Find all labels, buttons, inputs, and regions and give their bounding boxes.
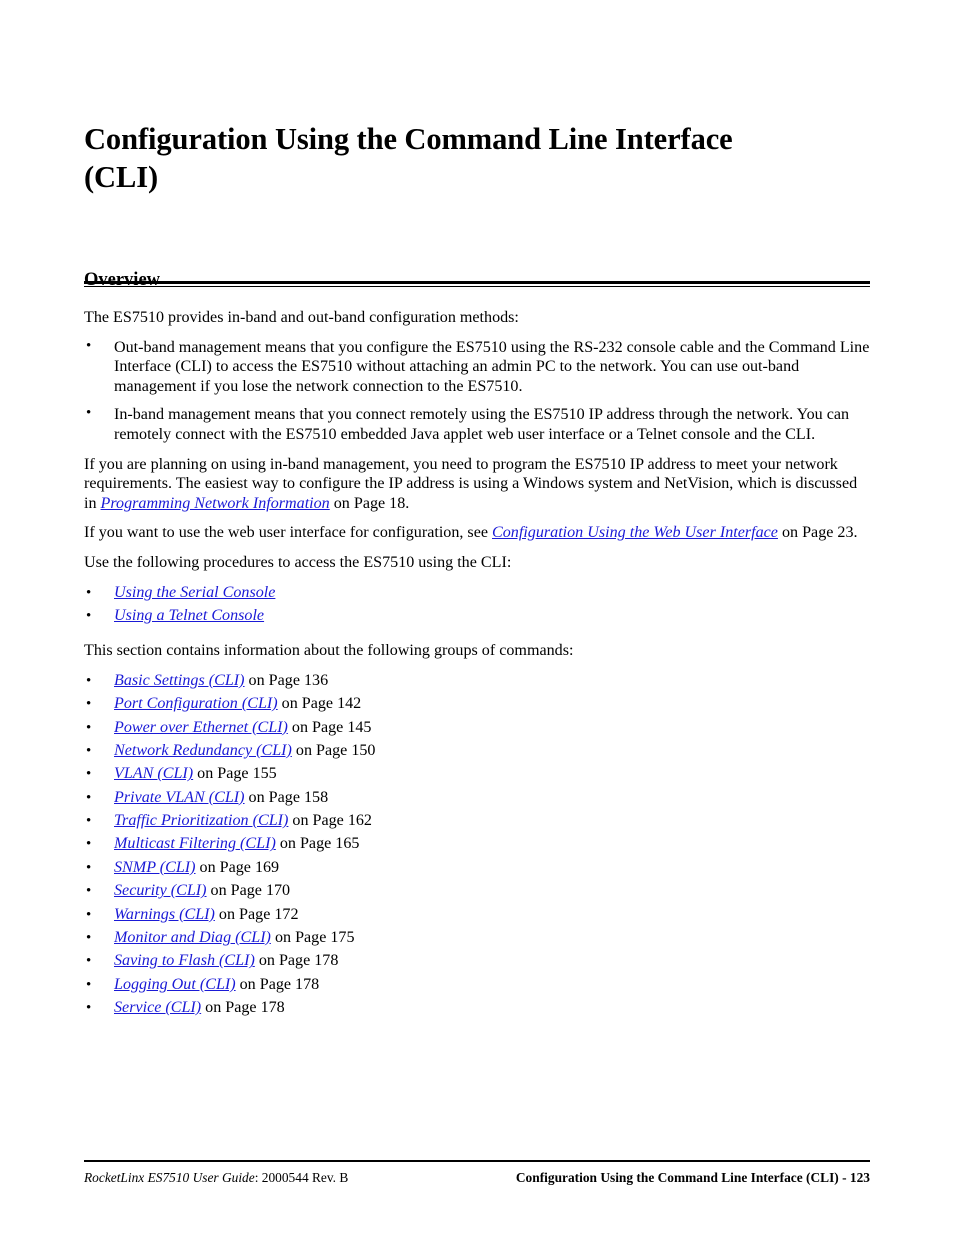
body-content: The ES7510 provides in-band and out-band…	[84, 308, 870, 1022]
page-reference: on Page 178	[235, 975, 320, 993]
list-item-text: In-band management means that you connec…	[114, 406, 850, 443]
page-reference: on Page 158	[244, 788, 329, 806]
link-port-configuration-cli[interactable]: Port Configuration (CLI)	[114, 695, 278, 712]
intro-paragraph: The ES7510 provides in-band and out-band…	[84, 309, 519, 326]
page-reference: on Page 178	[254, 952, 339, 970]
page-reference: on Page 136	[244, 671, 329, 689]
page-reference: on Page 175	[270, 929, 355, 947]
bullet-icon: •	[86, 930, 92, 947]
page-reference: on Page 170	[206, 882, 291, 900]
bullet-icon: •	[86, 742, 92, 759]
page-reference: on Page 172	[214, 905, 299, 923]
list-item: • Port Configuration (CLI) on Page 142	[84, 694, 870, 714]
bullet-icon: •	[86, 859, 92, 876]
bullet-icon: •	[86, 337, 92, 354]
list-item: • Saving to Flash (CLI) on Page 178	[84, 951, 870, 971]
page-reference: on Page 178	[201, 999, 285, 1017]
footer-rule	[84, 1160, 870, 1162]
inband-paragraph-text-after: on Page 18.	[329, 494, 410, 512]
link-warnings-cli[interactable]: Warnings (CLI)	[114, 906, 215, 923]
commands-intro-paragraph: This section contains information about …	[84, 642, 574, 660]
link-multicast-filtering-cli[interactable]: Multicast Filtering (CLI)	[114, 835, 276, 852]
footer-document-title: RocketLinx ES7510 User Guide	[84, 1170, 255, 1185]
link-traffic-prioritization-cli[interactable]: Traffic Prioritization (CLI)	[114, 812, 288, 829]
page-reference: on Page 150	[291, 741, 376, 759]
list-item: • Using the Serial Console	[84, 583, 870, 603]
list-item: • Logging Out (CLI) on Page 178	[84, 975, 870, 995]
link-basic-settings-cli[interactable]: Basic Settings (CLI)	[114, 672, 245, 689]
section-rule-thin	[84, 285, 870, 287]
list-item: • In-band management means that you conn…	[84, 405, 870, 444]
inband-paragraph: If you are planning on using in-band man…	[84, 455, 870, 514]
chapter-title-line-1: Configuration Using the Command Line Int…	[84, 122, 733, 157]
list-item: • Service (CLI) on Page 178	[84, 998, 870, 1018]
procedure-links-list: • Using the Serial Console • Using a Tel…	[84, 583, 870, 627]
bullet-icon: •	[86, 766, 92, 783]
link-saving-to-flash-cli[interactable]: Saving to Flash (CLI)	[114, 952, 255, 969]
bullet-icon: •	[86, 672, 92, 689]
link-private-vlan-cli[interactable]: Private VLAN (CLI)	[114, 789, 245, 806]
bullet-icon: •	[86, 836, 92, 853]
document-page: Configuration Using the Command Line Int…	[0, 0, 954, 1235]
webui-paragraph-text-before: If you want to use the web user interfac…	[84, 524, 493, 542]
list-item: • Monitor and Diag (CLI) on Page 175	[84, 928, 870, 948]
chapter-title-line-2: (CLI)	[84, 160, 159, 195]
list-item: • SNMP (CLI) on Page 169	[84, 858, 870, 878]
page-reference: on Page 169	[195, 858, 280, 876]
management-methods-list: • Out-band management means that you con…	[84, 338, 870, 445]
link-logging-out-cli[interactable]: Logging Out (CLI)	[114, 976, 236, 993]
bullet-icon: •	[86, 953, 92, 970]
bullet-icon: •	[86, 584, 92, 601]
bullet-icon: •	[86, 405, 92, 422]
list-item: • Warnings (CLI) on Page 172	[84, 905, 870, 925]
bullet-icon: •	[86, 906, 92, 923]
list-item: • Private VLAN (CLI) on Page 158	[84, 788, 870, 808]
link-service-cli[interactable]: Service (CLI)	[114, 999, 201, 1016]
list-item: • Power over Ethernet (CLI) on Page 145	[84, 718, 870, 738]
footer-right: Configuration Using the Command Line Int…	[515, 1170, 870, 1185]
bullet-icon: •	[86, 789, 92, 806]
webui-paragraph: If you want to use the web user interfac…	[84, 523, 870, 543]
page-reference: on Page 145	[287, 718, 372, 736]
link-using-the-serial-console[interactable]: Using the Serial Console	[114, 584, 275, 601]
list-item: • Traffic Prioritization (CLI) on Page 1…	[84, 811, 870, 831]
link-snmp-cli[interactable]: SNMP (CLI)	[114, 859, 196, 876]
link-programming-network-information[interactable]: Programming Network Information	[101, 495, 330, 512]
command-groups-list: • Basic Settings (CLI) on Page 136 • Por…	[84, 671, 870, 1019]
list-item: • Network Redundancy (CLI) on Page 150	[84, 741, 870, 761]
link-using-a-telnet-console[interactable]: Using a Telnet Console	[114, 607, 264, 624]
list-item: • VLAN (CLI) on Page 155	[84, 764, 870, 784]
bullet-icon: •	[86, 607, 92, 624]
bullet-icon: •	[86, 813, 92, 830]
link-power-over-ethernet-cli[interactable]: Power over Ethernet (CLI)	[114, 719, 288, 736]
link-security-cli[interactable]: Security (CLI)	[114, 882, 207, 899]
list-item: • Multicast Filtering (CLI) on Page 165	[84, 834, 870, 854]
bullet-icon: •	[86, 883, 92, 900]
page-reference: on Page 162	[288, 812, 372, 830]
footer-left: RocketLinx ES7510 User Guide: 2000544 Re…	[84, 1169, 348, 1186]
list-item-text: Out-band management means that you confi…	[114, 338, 870, 395]
list-item: • Using a Telnet Console	[84, 606, 870, 626]
link-configuration-using-the-web-user-interface[interactable]: Configuration Using the Web User Interfa…	[492, 524, 778, 541]
page-reference: on Page 142	[277, 695, 362, 713]
list-item: • Security (CLI) on Page 170	[84, 881, 870, 901]
footer-document-number: : 2000544 Rev. B	[254, 1170, 349, 1185]
link-monitor-and-diag-cli[interactable]: Monitor and Diag (CLI)	[114, 929, 271, 946]
bullet-icon: •	[86, 719, 92, 736]
bullet-icon: •	[86, 976, 92, 993]
list-item: • Basic Settings (CLI) on Page 136	[84, 671, 870, 691]
section-heading-rule	[84, 281, 870, 287]
list-item: • Out-band management means that you con…	[84, 338, 870, 397]
link-network-redundancy-cli[interactable]: Network Redundancy (CLI)	[114, 742, 292, 759]
bullet-icon: •	[86, 696, 92, 713]
page-reference: on Page 155	[193, 765, 277, 783]
webui-paragraph-text-after: on Page 23.	[777, 524, 858, 542]
page-reference: on Page 165	[275, 835, 360, 853]
chapter-title: Configuration Using the Command Line Int…	[84, 120, 874, 196]
link-vlan-cli[interactable]: VLAN (CLI)	[114, 765, 193, 782]
bullet-icon: •	[86, 1000, 92, 1017]
procedures-intro-paragraph: Use the following procedures to access t…	[84, 553, 512, 571]
